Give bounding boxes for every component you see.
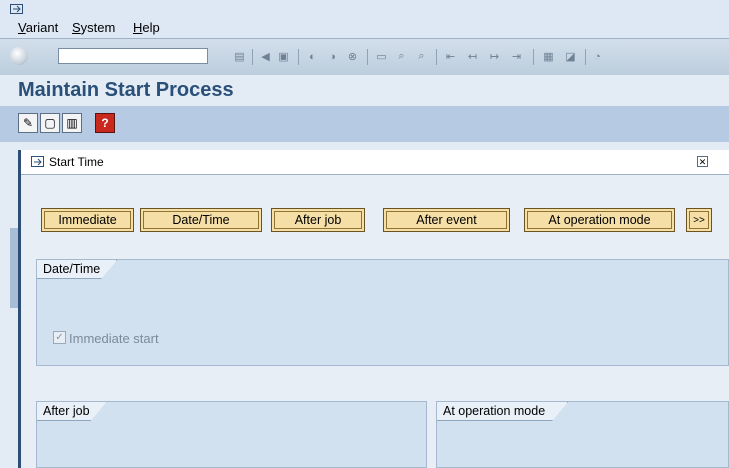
- page-title: Maintain Start Process: [18, 79, 234, 101]
- green-back-icon[interactable]: ◐: [305, 49, 320, 64]
- save-icon[interactable]: ▣: [276, 49, 291, 64]
- find-icon[interactable]: ⌕: [394, 49, 409, 64]
- back-icon[interactable]: ◀: [258, 49, 273, 64]
- immediate-start-label: Immediate start: [69, 331, 159, 346]
- more-options-button[interactable]: >>: [686, 208, 712, 232]
- cancel-icon[interactable]: ⊗: [345, 49, 360, 64]
- menu-help[interactable]: Help: [133, 20, 160, 35]
- at-operation-mode-group-title: At operation mode: [437, 402, 568, 421]
- menu-system[interactable]: System: [72, 20, 115, 35]
- previous-page-icon[interactable]: ↤: [465, 49, 480, 64]
- print-icon[interactable]: ▭: [374, 49, 389, 64]
- shortcut-icon[interactable]: ◪: [563, 49, 578, 64]
- command-history-icon[interactable]: ▤: [232, 49, 247, 64]
- close-icon[interactable]: ✕: [697, 156, 708, 167]
- title-area: Maintain Start Process: [0, 75, 729, 106]
- exit-icon[interactable]: ◑: [325, 49, 340, 64]
- dialog-title: Start Time: [49, 155, 104, 169]
- start-time-dialog: Start Time ✕ Immediate Date/Time After j…: [18, 150, 729, 468]
- next-page-icon[interactable]: ↦: [487, 49, 502, 64]
- at-operation-mode-group: At operation mode: [436, 401, 729, 468]
- standard-toolbar: ▤ ◀ ▣ ◐ ◑ ⊗ ▭ ⌕ ⌕ ⇤ ↤ ↦ ⇥ ▦ ◪ ◔: [0, 38, 729, 76]
- exit-icon[interactable]: [10, 4, 23, 14]
- dialog-title-bar: Start Time ✕: [21, 150, 729, 175]
- command-field[interactable]: [58, 48, 208, 64]
- immediate-button[interactable]: Immediate: [41, 208, 134, 232]
- last-page-icon[interactable]: ⇥: [509, 49, 524, 64]
- after-job-group-title: After job: [37, 402, 107, 421]
- after-job-button[interactable]: After job: [271, 208, 365, 232]
- find-next-icon[interactable]: ⌕: [414, 49, 429, 64]
- first-page-icon[interactable]: ⇤: [443, 49, 458, 64]
- delete-icon[interactable]: ▥: [62, 113, 82, 133]
- date-time-group-title: Date/Time: [37, 260, 117, 279]
- date-time-button[interactable]: Date/Time: [140, 208, 262, 232]
- help-icon[interactable]: ?: [95, 113, 115, 133]
- after-job-group: After job: [36, 401, 427, 468]
- after-event-button[interactable]: After event: [383, 208, 510, 232]
- help-icon[interactable]: ◔: [590, 49, 605, 64]
- create-icon[interactable]: ▢: [40, 113, 60, 133]
- create-session-icon[interactable]: ▦: [541, 49, 556, 64]
- immediate-start-checkbox[interactable]: ✓: [53, 331, 66, 344]
- at-operation-mode-button[interactable]: At operation mode: [524, 208, 675, 232]
- application-toolbar: ✎ ▢ ▥ ?: [0, 106, 729, 142]
- change-icon[interactable]: ✎: [18, 113, 38, 133]
- menu-bar: Variant System Help: [0, 0, 729, 38]
- menu-variant[interactable]: Variant: [18, 20, 58, 35]
- date-time-group: Date/Time ✓ Immediate start: [36, 259, 729, 366]
- enter-icon[interactable]: [10, 47, 28, 65]
- dialog-window-icon: [31, 156, 44, 167]
- background-screen-fragment: [0, 142, 18, 468]
